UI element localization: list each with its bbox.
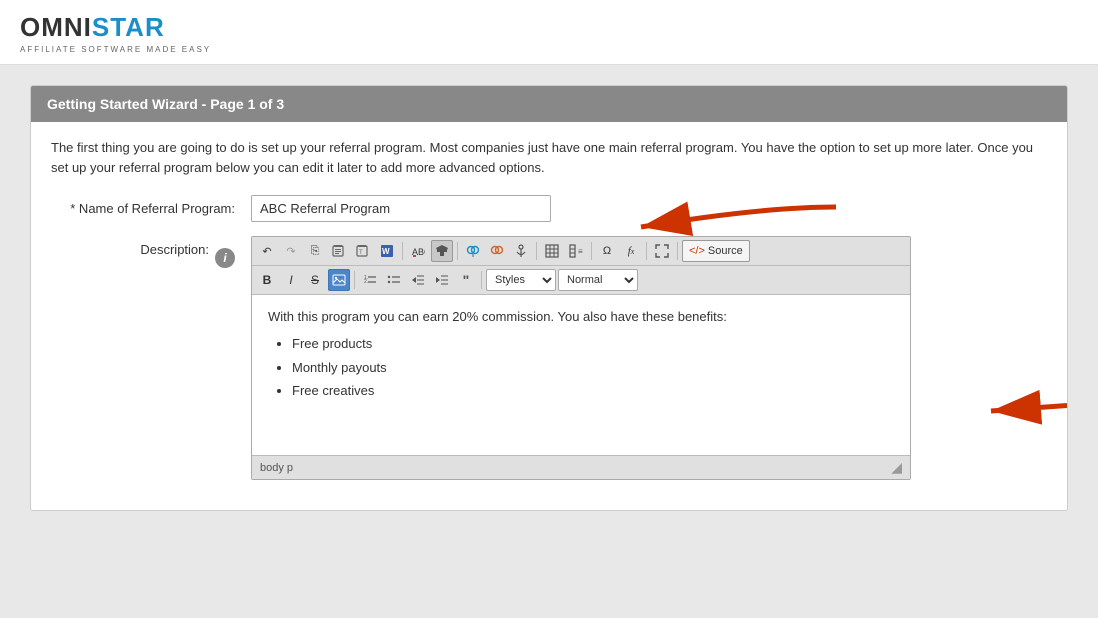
toolbar-normal-select[interactable]: Normal	[558, 269, 638, 291]
name-input[interactable]	[251, 195, 551, 222]
logo: OMNISTAR AFFILIATE SOFTWARE MADE EASY	[20, 12, 1078, 54]
toolbar-expand-btn[interactable]	[651, 240, 673, 262]
form-row-description: Description: i ↶ ↷	[51, 236, 1047, 480]
list-item-2: Monthly payouts	[292, 358, 894, 379]
source-label: Source	[708, 245, 743, 257]
toolbar-source-button[interactable]: </> Source	[682, 240, 750, 262]
wizard-header: Getting Started Wizard - Page 1 of 3	[31, 86, 1067, 122]
logo-omni: OMNI	[20, 12, 92, 42]
source-icon: </>	[689, 245, 705, 257]
description-label: Description: i	[51, 236, 251, 268]
toolbar-paste-text-btn[interactable]: T	[352, 240, 374, 262]
toolbar-ul-btn[interactable]	[383, 269, 405, 291]
toolbar-paste-word-btn[interactable]: W	[376, 240, 398, 262]
toolbar-sep-3	[536, 242, 537, 260]
toolbar-row-1: ↶ ↷ ⎘ T	[252, 237, 910, 266]
logo-star: STAR	[92, 12, 165, 42]
toolbar-image-btn[interactable]	[328, 269, 350, 291]
statusbar-resize: ◢	[891, 459, 902, 476]
list-item-3: Free creatives	[292, 381, 894, 402]
toolbar-blockquote-btn[interactable]: "	[455, 269, 477, 291]
name-label-text: * Name of Referral Program:	[70, 201, 235, 216]
toolbar-copy-btn[interactable]: ⎘	[304, 240, 326, 262]
header: OMNISTAR AFFILIATE SOFTWARE MADE EASY	[0, 0, 1098, 65]
editor-statusbar: body p ◢	[252, 455, 910, 479]
toolbar-strike-btn[interactable]: S	[304, 269, 326, 291]
editor-content[interactable]: With this program you can earn 20% commi…	[252, 295, 910, 455]
editor-content-text: With this program you can earn 20% commi…	[268, 307, 894, 328]
page-wrapper: OMNISTAR AFFILIATE SOFTWARE MADE EASY Ge…	[0, 0, 1098, 618]
toolbar-sep-2	[457, 242, 458, 260]
description-control-area: ↶ ↷ ⎘ T	[251, 236, 1047, 480]
form-row-name: * Name of Referral Program:	[51, 195, 1047, 222]
toolbar-paste-btn[interactable]	[328, 240, 350, 262]
info-icon: i	[215, 248, 235, 268]
toolbar-find-btn[interactable]	[462, 240, 484, 262]
toolbar-outdent-btn[interactable]	[407, 269, 429, 291]
toolbar-table-col-btn[interactable]: ≡	[565, 240, 587, 262]
wizard-body: The first thing you are going to do is s…	[31, 122, 1067, 510]
wizard-title: Getting Started Wizard - Page 1 of 3	[47, 96, 284, 112]
editor-container: ↶ ↷ ⎘ T	[251, 236, 911, 480]
editor-list: Free products Monthly payouts Free creat…	[292, 334, 894, 402]
toolbar-replace-btn[interactable]	[486, 240, 508, 262]
toolbar-indent-btn[interactable]	[431, 269, 453, 291]
svg-text:2.: 2.	[364, 279, 368, 285]
toolbar-table-btn[interactable]	[541, 240, 563, 262]
toolbar-sep-4	[591, 242, 592, 260]
toolbar-sep-1	[402, 242, 403, 260]
list-item-1: Free products	[292, 334, 894, 355]
name-control-area	[251, 195, 1047, 222]
description-label-text: Description:	[140, 242, 209, 257]
wizard-panel: Getting Started Wizard - Page 1 of 3 The…	[30, 85, 1068, 511]
svg-text:W: W	[382, 247, 390, 256]
statusbar-text: body p	[260, 462, 293, 474]
logo-tagline: AFFILIATE SOFTWARE MADE EASY	[20, 45, 211, 54]
toolbar-row-2: B I S	[252, 266, 910, 295]
wizard-description: The first thing you are going to do is s…	[51, 138, 1047, 177]
toolbar-sep-8	[481, 271, 482, 289]
toolbar-anchor-btn[interactable]	[510, 240, 532, 262]
toolbar-omega-btn[interactable]: Ω	[596, 240, 618, 262]
svg-text:T: T	[359, 250, 363, 256]
toolbar-italic-btn[interactable]: I	[280, 269, 302, 291]
toolbar-fx-btn[interactable]: fx	[620, 240, 642, 262]
toolbar-redo-btn[interactable]: ↷	[280, 240, 302, 262]
toolbar-sep-6	[677, 242, 678, 260]
toolbar-bold-btn[interactable]: B	[256, 269, 278, 291]
toolbar-sep-5	[646, 242, 647, 260]
toolbar-spell-btn[interactable]: ABC	[407, 240, 429, 262]
toolbar-format-btn[interactable]	[431, 240, 453, 262]
svg-text:≡: ≡	[578, 247, 583, 256]
toolbar-styles-select[interactable]: Styles	[486, 269, 556, 291]
toolbar-sep-7	[354, 271, 355, 289]
toolbar-ol-btn[interactable]: 1.2.	[359, 269, 381, 291]
toolbar-undo-btn[interactable]: ↶	[256, 240, 278, 262]
name-label: * Name of Referral Program:	[51, 195, 251, 216]
arrow-2	[911, 381, 1068, 431]
main-content: Getting Started Wizard - Page 1 of 3 The…	[0, 65, 1098, 531]
